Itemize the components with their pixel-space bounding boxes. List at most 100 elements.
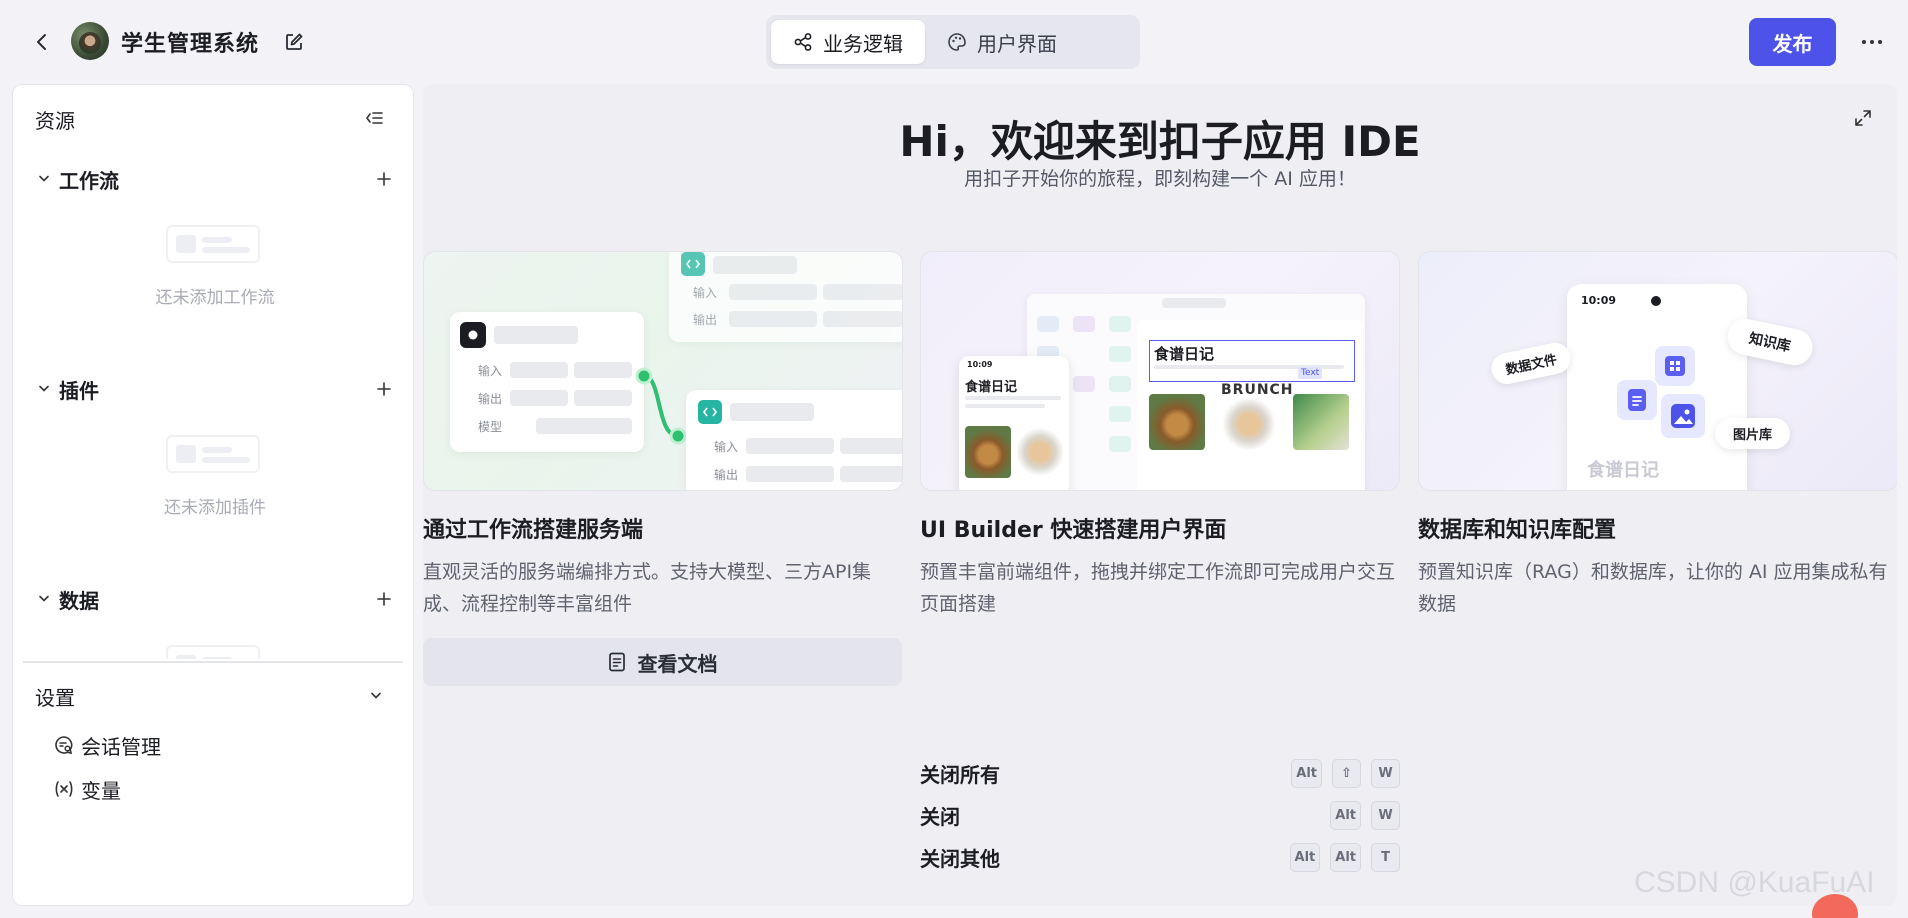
palette-icon <box>947 32 967 52</box>
settings-item-label: 会话管理 <box>81 734 161 759</box>
connector-line <box>635 367 687 445</box>
file-icon <box>1617 380 1657 420</box>
illus-time: 10:09 <box>1581 294 1617 307</box>
tag-data-file: 数据文件 <box>1488 340 1574 387</box>
sidebar-title: 资源 <box>35 109 75 133</box>
main-panel: Hi，欢迎来到扣子应用 IDE 用扣子开始你的旅程，即刻构建一个 AI 应用！ … <box>423 84 1897 906</box>
node-card: 输入 输出 <box>669 252 902 342</box>
illus-label: 模型 <box>478 420 503 434</box>
chevron-down-icon <box>35 590 53 608</box>
variable-icon <box>53 778 75 800</box>
card-title: UI Builder 快速搭建用户界面 <box>920 518 1227 543</box>
app-title: 学生管理系统 <box>121 32 260 57</box>
illus-label: 输出 <box>693 313 718 327</box>
empty-workflow-text: 还未添加工作流 <box>155 288 275 308</box>
shortcut-keys: Alt W <box>1330 800 1400 830</box>
add-plugin-icon[interactable] <box>373 378 395 400</box>
tab-user-interface[interactable]: 用户界面 <box>925 20 1079 64</box>
resource-sidebar: 资源 工作流 还未添加工作流 插件 还未添加插件 数据 设置 会话管理 变量 <box>12 84 414 906</box>
settings-item-conversation[interactable]: 会话管理 <box>53 730 161 760</box>
phone-preview: 10:09 食谱日记 <box>959 356 1069 490</box>
welcome-title: Hi，欢迎来到扣子应用 IDE <box>899 117 1421 166</box>
settings-item-variable[interactable]: 变量 <box>53 774 121 804</box>
section-label: 工作流 <box>59 168 119 193</box>
key-cap: T <box>1371 842 1400 872</box>
document-icon <box>608 652 626 672</box>
shortcut-label: 关闭其他 <box>920 846 1000 871</box>
chat-settings-icon <box>53 734 75 756</box>
view-docs-label: 查看文档 <box>637 651 718 676</box>
edit-icon[interactable] <box>282 30 306 54</box>
illus-label: 输入 <box>478 364 503 378</box>
key-cap: ⇧ <box>1332 758 1361 788</box>
key-cap: W <box>1371 758 1400 788</box>
chevron-down-icon[interactable] <box>365 685 387 707</box>
add-workflow-icon[interactable] <box>373 168 395 190</box>
key-cap: Alt <box>1330 842 1361 872</box>
top-bar: 学生管理系统 业务逻辑 用户界面 发布 <box>0 0 1908 84</box>
add-data-icon[interactable] <box>373 588 395 610</box>
workflow-illustration: 输入 输出 输入 输出 模型 输入 输出 <box>423 251 903 491</box>
section-workflow[interactable]: 工作流 <box>35 164 395 194</box>
view-docs-button[interactable]: 查看文档 <box>423 638 902 686</box>
tag-image-library: 图片库 <box>1715 418 1791 449</box>
welcome-subtitle: 用扣子开始你的旅程，即刻构建一个 AI 应用！ <box>964 168 1356 190</box>
shortcut-close-all: 关闭所有 Alt ⇧ W <box>920 758 1400 788</box>
image-icon <box>1661 394 1705 438</box>
empty-placeholder-icon <box>166 645 260 659</box>
database-illustration: 10:09 食谱日记 数据文件 知识库 图片库 <box>1418 251 1897 491</box>
key-cap: W <box>1371 800 1400 830</box>
illus-title: 食谱日记 <box>1587 460 1659 481</box>
table-icon <box>1655 346 1695 386</box>
code-icon <box>698 400 722 424</box>
shortcut-label: 关闭 <box>920 804 960 829</box>
shortcut-close-others: 关闭其他 Alt Alt T <box>920 842 1400 872</box>
illus-label: 输出 <box>714 468 739 482</box>
card-description: 直观灵活的服务端编排方式。支持大模型、三方API集成、流程控制等丰富组件 <box>423 561 872 615</box>
expand-icon[interactable] <box>1851 106 1875 130</box>
ui-builder-illustration: 食谱日记 Text BRUNCH 10:09 食谱日记 <box>920 251 1400 491</box>
shortcut-keys: Alt ⇧ W <box>1291 758 1400 788</box>
node-card: 输入 输出 模型 <box>450 312 644 452</box>
shortcut-label: 关闭所有 <box>920 762 1000 787</box>
selected-text-block: 食谱日记 Text <box>1149 340 1355 382</box>
tab-label: 用户界面 <box>977 31 1057 56</box>
back-arrow-icon[interactable] <box>28 28 56 56</box>
code-icon <box>681 252 705 276</box>
card-title: 通过工作流搭建服务端 <box>423 518 644 543</box>
publish-button[interactable]: 发布 <box>1749 18 1836 66</box>
app-avatar <box>71 22 109 60</box>
illus-label: 输出 <box>478 392 503 406</box>
settings-title: 设置 <box>35 686 75 710</box>
chevron-down-icon <box>35 380 53 398</box>
flow-icon <box>793 32 813 52</box>
divider <box>23 661 403 663</box>
section-plugin[interactable]: 插件 <box>35 374 395 404</box>
section-label: 数据 <box>59 588 99 613</box>
collapse-sidebar-icon[interactable] <box>363 107 385 129</box>
mode-switch: 业务逻辑 用户界面 <box>766 15 1140 69</box>
tab-business-logic[interactable]: 业务逻辑 <box>771 20 925 64</box>
tab-label: 业务逻辑 <box>823 31 903 56</box>
illus-brunch: BRUNCH <box>1221 382 1294 398</box>
empty-placeholder-icon <box>166 225 260 263</box>
illus-title: 食谱日记 <box>965 380 1018 395</box>
card-description: 预置丰富前端组件，拖拽并绑定工作流即可完成用户交互页面搭建 <box>920 561 1396 615</box>
canvas-page: 食谱日记 Text BRUNCH <box>1137 320 1363 490</box>
model-icon <box>460 322 486 348</box>
illus-label: 输入 <box>693 286 718 300</box>
section-label: 插件 <box>59 378 99 403</box>
key-cap: Alt <box>1330 800 1361 830</box>
node-card: 输入 输出 <box>686 390 902 490</box>
shortcut-close: 关闭 Alt W <box>920 800 1400 830</box>
section-data[interactable]: 数据 <box>35 584 395 614</box>
card-description: 预置知识库（RAG）和数据库，让你的 AI 应用集成私有数据 <box>1418 561 1888 615</box>
empty-placeholder-icon <box>166 435 260 473</box>
builder-window: 食谱日记 Text BRUNCH <box>1027 294 1365 490</box>
empty-plugin-text: 还未添加插件 <box>164 498 266 518</box>
illus-label: 输入 <box>714 440 739 454</box>
illus-time: 10:09 <box>967 360 993 369</box>
illus-title: 食谱日记 <box>1154 345 1215 363</box>
settings-item-label: 变量 <box>81 778 121 803</box>
more-options-icon[interactable] <box>1856 28 1888 56</box>
